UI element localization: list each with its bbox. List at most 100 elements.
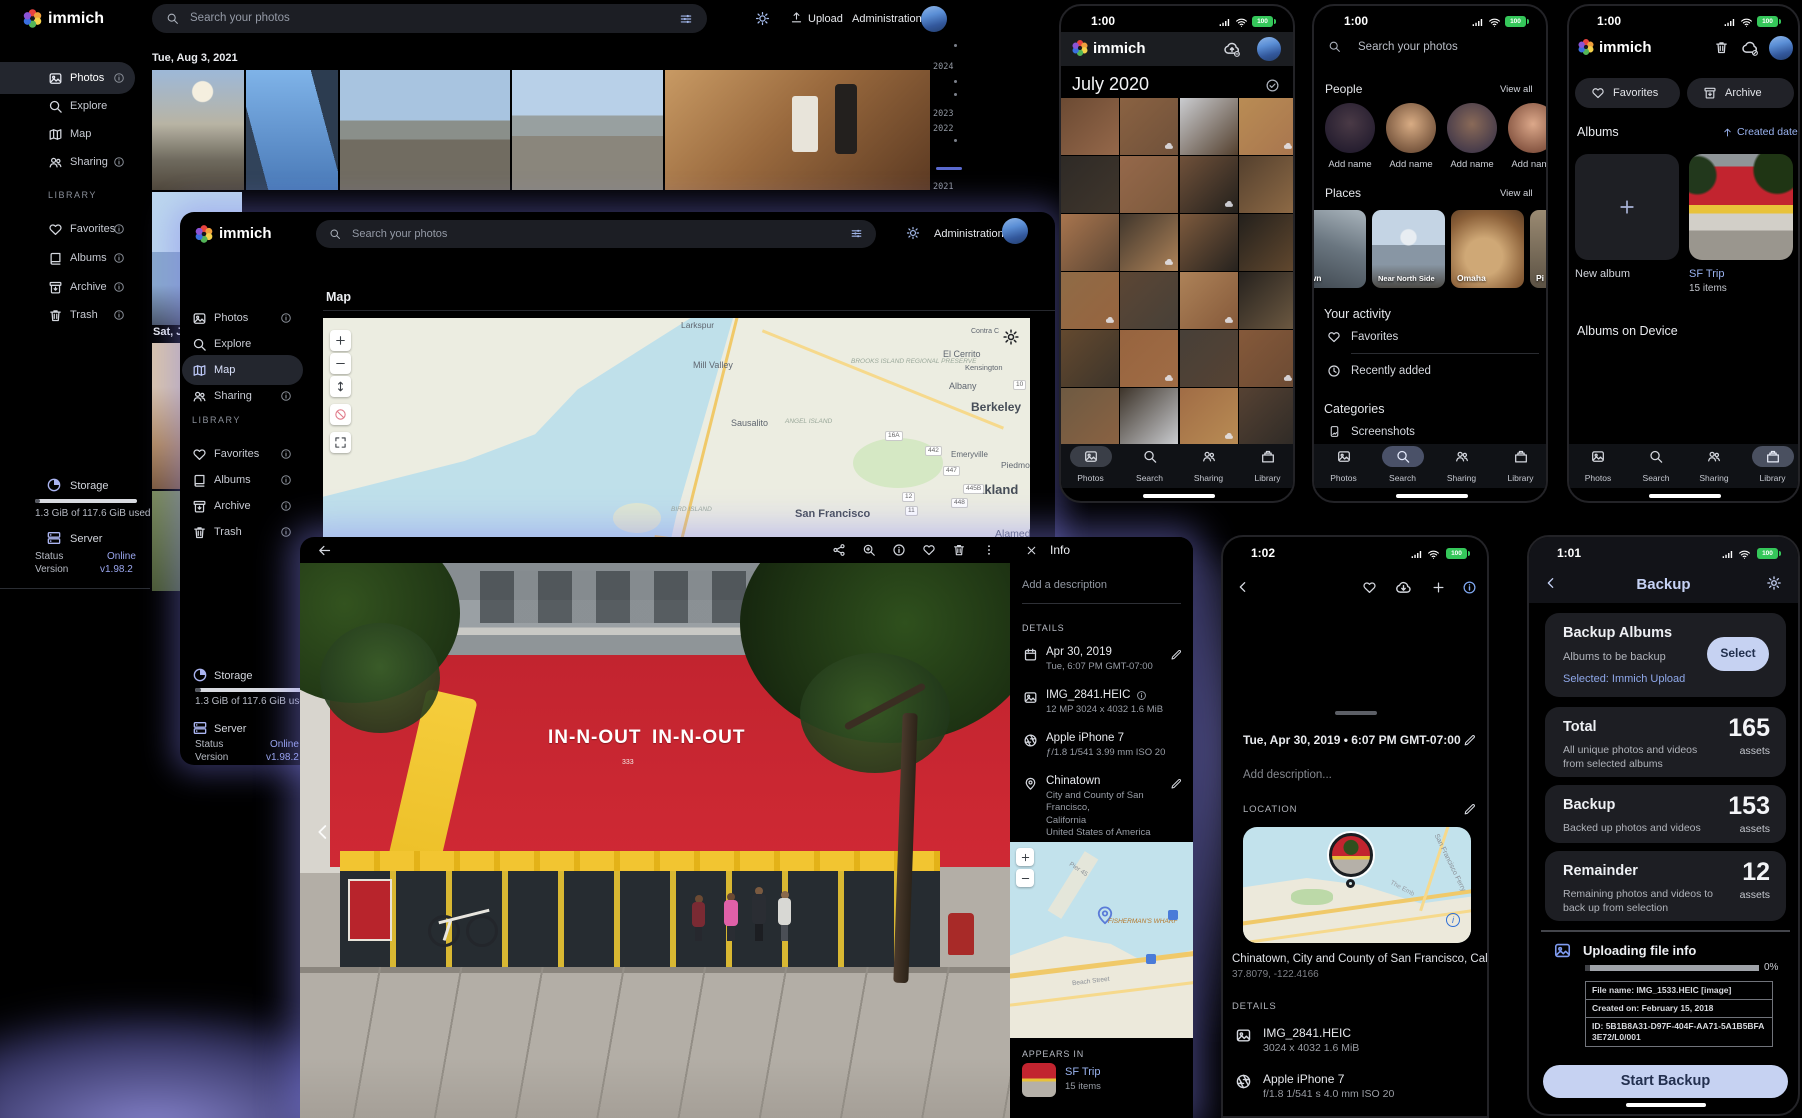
sidebar-item-trash[interactable]: Trash xyxy=(0,303,150,328)
photo-tile[interactable] xyxy=(1120,98,1178,155)
edit-date-pencil-icon[interactable] xyxy=(1463,734,1476,747)
photo-thumbnail[interactable] xyxy=(512,70,663,190)
album-name-link[interactable]: SF Trip xyxy=(1689,268,1724,280)
cloud-off-icon[interactable] xyxy=(1741,39,1759,57)
photo-tile[interactable] xyxy=(1239,272,1295,329)
scrubber-position[interactable] xyxy=(936,167,962,170)
edit-location-pencil-icon[interactable] xyxy=(1463,803,1476,816)
scrubber-year[interactable]: 2022 xyxy=(933,124,953,134)
map-layers-off-button[interactable] xyxy=(330,404,351,425)
photo-tile[interactable] xyxy=(1180,98,1238,155)
nav-item-sharing[interactable]: Sharing xyxy=(1179,444,1238,488)
nav-item-library[interactable]: Library xyxy=(1238,444,1295,488)
add-name-link[interactable]: Add name xyxy=(1508,159,1548,170)
recently-added-row[interactable]: Recently added xyxy=(1351,365,1431,377)
sort-order-button[interactable]: Created date xyxy=(1737,126,1798,138)
add-name-link[interactable]: Add name xyxy=(1386,159,1436,170)
photo-tile[interactable] xyxy=(1239,388,1295,444)
edit-date-pencil-icon[interactable] xyxy=(1170,649,1182,661)
home-indicator[interactable] xyxy=(1143,494,1215,498)
theme-toggle-sun-icon[interactable] xyxy=(906,226,920,240)
settings-gear-icon[interactable] xyxy=(1766,575,1782,591)
photo-tile[interactable] xyxy=(1239,214,1295,271)
select-button[interactable]: Select xyxy=(1707,637,1769,671)
start-backup-button[interactable]: Start Backup xyxy=(1543,1065,1788,1098)
nav-item-search[interactable]: Search xyxy=(1627,444,1685,488)
face-circle[interactable] xyxy=(1325,103,1375,153)
plus-icon[interactable] xyxy=(1431,580,1446,595)
motion-info-icon[interactable] xyxy=(1462,580,1477,595)
previous-photo-chevron[interactable] xyxy=(312,821,334,843)
back-chevron-icon[interactable] xyxy=(1235,579,1251,595)
photo-tile[interactable] xyxy=(1061,330,1119,387)
upload-button[interactable]: Upload xyxy=(808,13,843,25)
scrubber-year[interactable]: 2021 xyxy=(933,182,953,192)
info-circle-icon[interactable] xyxy=(1136,690,1147,701)
sidebar-item-albums[interactable]: Albums xyxy=(180,468,323,493)
more-options-icon[interactable] xyxy=(982,543,996,557)
face-circle[interactable] xyxy=(1386,103,1436,153)
sidebar-item-trash[interactable]: Trash xyxy=(180,520,323,545)
photo-tile[interactable] xyxy=(1180,214,1238,271)
face-circle[interactable] xyxy=(1508,103,1548,153)
select-all-icon[interactable] xyxy=(1265,78,1280,93)
location-mini-map[interactable]: FISHERMAN'S WHARF Beach Street Pier 45 xyxy=(1010,842,1193,1038)
nav-item-photos[interactable]: Photos xyxy=(1569,444,1627,488)
photo-tile[interactable] xyxy=(1120,214,1178,271)
nav-item-sharing[interactable]: Sharing xyxy=(1685,444,1743,488)
album-link[interactable]: SF Trip xyxy=(1065,1066,1100,1078)
sidebar-item-map[interactable]: Map xyxy=(180,358,323,383)
trash-icon[interactable] xyxy=(1714,40,1729,55)
photo-thumbnail[interactable] xyxy=(665,70,930,190)
nav-item-library[interactable]: Library xyxy=(1491,444,1548,488)
map-fullscreen-button[interactable] xyxy=(330,432,351,453)
sidebar-item-favorites[interactable]: Favorites xyxy=(0,217,150,242)
photo-thumbnail[interactable] xyxy=(340,70,510,190)
cloud-upload-icon[interactable] xyxy=(1223,40,1241,58)
people-view-all-link[interactable]: View all xyxy=(1500,84,1533,95)
mini-map-zoom-out[interactable] xyxy=(1016,869,1034,887)
archive-button[interactable]: Archive xyxy=(1687,78,1794,108)
home-indicator[interactable] xyxy=(1396,494,1468,498)
photo-tile[interactable] xyxy=(1239,98,1295,155)
sidebar-item-sharing[interactable]: Sharing xyxy=(0,150,150,175)
album-tile-sf-trip[interactable] xyxy=(1689,154,1793,260)
place-tile[interactable]: Pi xyxy=(1530,210,1548,288)
favorites-row[interactable]: Favorites xyxy=(1351,331,1398,343)
photo-tile[interactable] xyxy=(1061,98,1119,155)
photo-tile[interactable] xyxy=(1061,388,1119,444)
sidebar-item-explore[interactable]: Explore xyxy=(0,94,150,119)
map-zoom-in-button[interactable] xyxy=(330,330,351,351)
home-indicator[interactable] xyxy=(1626,1103,1706,1107)
place-tile[interactable]: Chinatown xyxy=(1312,210,1366,288)
info-icon[interactable] xyxy=(892,543,906,557)
favorite-heart-icon[interactable] xyxy=(1362,580,1377,595)
photo-tile[interactable] xyxy=(1180,272,1238,329)
screenshots-row[interactable]: Screenshots xyxy=(1351,426,1415,438)
map-info-icon[interactable]: i xyxy=(1446,913,1460,927)
favorite-heart-icon[interactable] xyxy=(922,543,936,557)
add-name-link[interactable]: Add name xyxy=(1447,159,1497,170)
photo-tile[interactable] xyxy=(1180,156,1238,213)
nav-item-search[interactable]: Search xyxy=(1120,444,1179,488)
nav-item-photos[interactable]: Photos xyxy=(1314,444,1373,488)
places-view-all-link[interactable]: View all xyxy=(1500,188,1533,199)
sheet-drag-handle[interactable] xyxy=(1335,711,1377,715)
photo-tile[interactable] xyxy=(1120,156,1178,213)
sidebar-item-sharing[interactable]: Sharing xyxy=(180,384,323,409)
search-input[interactable]: Search your photos xyxy=(316,220,876,248)
nav-item-photos[interactable]: Photos xyxy=(1061,444,1120,488)
home-indicator[interactable] xyxy=(1649,494,1721,498)
photo-thumbnail[interactable] xyxy=(152,70,244,190)
photo-tile[interactable] xyxy=(1239,156,1295,213)
description-placeholder[interactable]: Add description... xyxy=(1243,769,1332,781)
new-album-tile[interactable] xyxy=(1575,154,1679,260)
theme-toggle-sun-icon[interactable] xyxy=(755,11,770,26)
photo-tile[interactable] xyxy=(1061,214,1119,271)
close-icon[interactable] xyxy=(1025,544,1038,557)
nav-item-search[interactable]: Search xyxy=(1373,444,1432,488)
photo-tile[interactable] xyxy=(1239,330,1295,387)
sidebar-item-favorites[interactable]: Favorites xyxy=(180,442,323,467)
mini-map-zoom-in[interactable] xyxy=(1016,848,1034,866)
user-avatar[interactable] xyxy=(1769,36,1793,60)
